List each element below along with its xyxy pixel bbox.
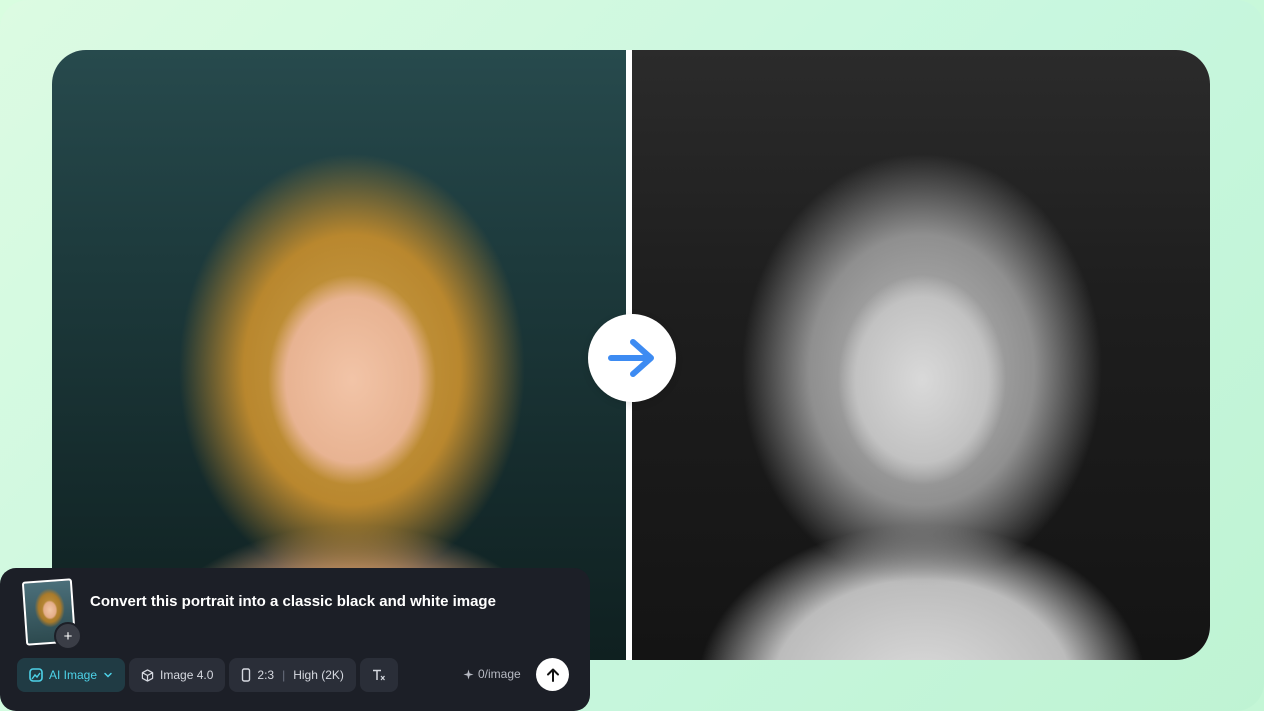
image-mode-icon bbox=[29, 668, 43, 682]
phone-aspect-icon bbox=[241, 668, 251, 682]
model-label: Image 4.0 bbox=[160, 668, 214, 682]
aspect-quality-selector[interactable]: 2:3 | High (2K) bbox=[229, 658, 356, 692]
add-label: + bbox=[63, 627, 73, 645]
generation-toolbar: AI Image Image 4.0 2:3 | High (2K) bbox=[17, 658, 398, 692]
credit-label: 0/image bbox=[478, 667, 521, 681]
reference-thumbnail[interactable]: + bbox=[21, 578, 82, 650]
arrow-up-icon bbox=[545, 667, 561, 683]
quality-label: High (2K) bbox=[293, 668, 344, 682]
after-image bbox=[632, 50, 1210, 660]
credit-cost: 0/image bbox=[463, 667, 521, 681]
model-selector[interactable]: Image 4.0 bbox=[129, 658, 226, 692]
separator: | bbox=[282, 668, 286, 682]
aspect-ratio-label: 2:3 bbox=[257, 668, 275, 682]
add-icon[interactable]: + bbox=[54, 622, 82, 650]
text-format-icon bbox=[372, 668, 386, 682]
prompt-panel: + Convert this portrait into a classic b… bbox=[0, 568, 590, 711]
mode-dropdown[interactable]: AI Image bbox=[17, 658, 126, 692]
text-style-button[interactable] bbox=[359, 658, 398, 692]
sparkle-icon bbox=[463, 668, 474, 680]
arrow-right-icon bbox=[588, 314, 676, 402]
cube-icon bbox=[141, 668, 154, 682]
chevron-down-icon bbox=[103, 670, 113, 680]
mode-label: AI Image bbox=[49, 668, 98, 682]
prompt-input[interactable]: Convert this portrait into a classic bla… bbox=[90, 593, 496, 610]
send-button[interactable] bbox=[536, 658, 569, 691]
